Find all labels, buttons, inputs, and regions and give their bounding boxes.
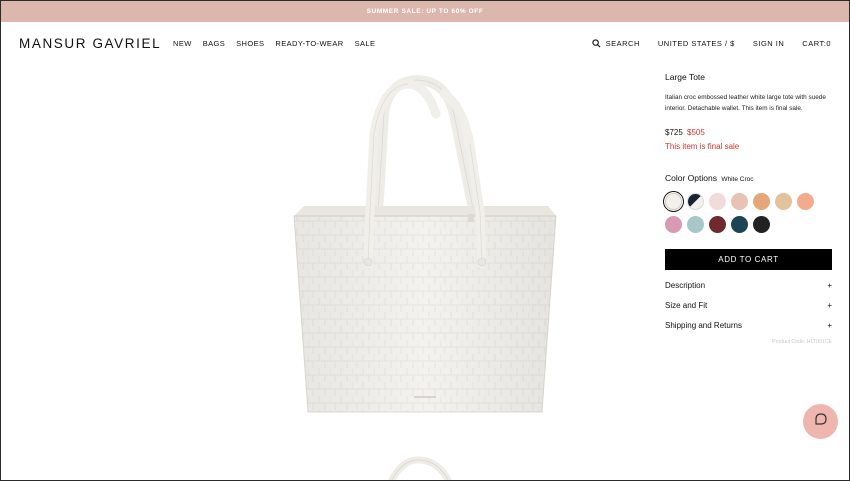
search-label: SEARCH xyxy=(605,39,640,48)
nav-new[interactable]: NEW xyxy=(173,39,192,48)
header-utilities: SEARCH UNITED STATES / $ SIGN IN CART:0 xyxy=(591,39,831,48)
product-title: Large Tote xyxy=(665,72,706,82)
selected-color-name: White Croc xyxy=(721,176,754,184)
page-frame: SUMMER SALE: UP TO 60% OFF MANSUR GAVRIE… xyxy=(0,0,850,481)
color-swatches xyxy=(665,193,832,234)
color-swatch-pink-glitter[interactable] xyxy=(665,216,682,234)
color-swatch-pink-speckle[interactable] xyxy=(731,193,748,211)
search-icon xyxy=(591,39,601,48)
color-swatch-white-croc[interactable] xyxy=(665,193,682,211)
accordion-description[interactable]: Description + xyxy=(665,275,832,295)
color-swatch-oxblood[interactable] xyxy=(709,216,726,234)
final-sale-note: This item is final sale xyxy=(665,142,740,152)
plus-icon: + xyxy=(827,280,832,290)
color-swatch-sage-blue[interactable] xyxy=(687,216,704,234)
color-swatch-black-white[interactable] xyxy=(687,193,704,211)
brand-logo[interactable]: MANSUR GAVRIEL xyxy=(19,36,161,51)
nav-sale[interactable]: SALE xyxy=(355,39,376,48)
cart-link[interactable]: CART:0 xyxy=(802,39,831,48)
product-image xyxy=(286,74,566,419)
color-swatch-black[interactable] xyxy=(753,216,770,234)
chat-button[interactable] xyxy=(803,404,838,439)
plus-icon: + xyxy=(827,300,832,310)
promo-banner[interactable]: SUMMER SALE: UP TO 60% OFF xyxy=(1,1,849,22)
search-button[interactable]: SEARCH xyxy=(591,39,640,48)
nav-bags[interactable]: BAGS xyxy=(203,39,225,48)
price-sale: $505 xyxy=(687,128,705,138)
region-selector[interactable]: UNITED STATES / $ xyxy=(658,39,735,48)
price: $725 $505 xyxy=(665,128,832,137)
accordion-size-fit[interactable]: Size and Fit + xyxy=(665,295,832,315)
nav-shoes[interactable]: SHOES xyxy=(236,39,264,48)
second-product-image xyxy=(381,456,461,480)
accordion-label: Size and Fit xyxy=(665,300,708,310)
promo-text[interactable]: SUMMER SALE: UP TO 60% OFF xyxy=(367,8,484,15)
color-swatch-peach[interactable] xyxy=(797,193,814,211)
price-original: $725 xyxy=(665,128,683,138)
color-swatch-tan-speckle[interactable] xyxy=(753,193,770,211)
color-swatch-camel[interactable] xyxy=(775,193,792,211)
color-swatch-teal[interactable] xyxy=(731,216,748,234)
product-details: Large Tote Italian croc embossed leather… xyxy=(665,72,832,345)
nav-ready-to-wear[interactable]: READY-TO-WEAR xyxy=(275,39,343,48)
plus-icon: + xyxy=(827,320,832,330)
color-swatch-blush[interactable] xyxy=(709,193,726,211)
add-to-cart-button[interactable]: ADD TO CART xyxy=(665,249,832,271)
chat-icon xyxy=(814,412,828,431)
color-options-title: Color Options xyxy=(665,173,717,184)
product-description: Italian croc embossed leather white larg… xyxy=(665,94,826,113)
sign-in-link[interactable]: SIGN IN xyxy=(753,39,784,48)
accordion-label: Shipping and Returns xyxy=(665,320,742,330)
product-code: Product Code: HLT001CE xyxy=(772,339,832,346)
color-options-label: Color Options White Croc xyxy=(665,173,832,183)
site-header: MANSUR GAVRIEL NEW BAGS SHOES READY-TO-W… xyxy=(1,22,849,64)
accordion-shipping-returns[interactable]: Shipping and Returns + xyxy=(665,315,832,335)
main-nav: NEW BAGS SHOES READY-TO-WEAR SALE xyxy=(173,39,375,48)
accordion-label: Description xyxy=(665,280,706,290)
